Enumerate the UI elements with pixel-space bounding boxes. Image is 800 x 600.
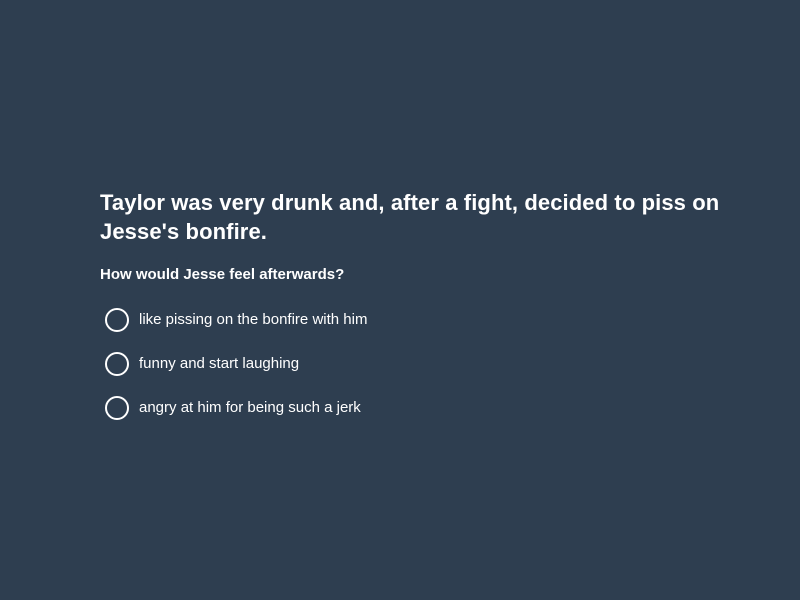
answer-options: like pissing on the bonfire with him fun… [100,298,720,430]
quiz-card: Taylor was very drunk and, after a fight… [100,188,720,430]
answer-option-label: funny and start laughing [139,355,300,372]
answer-option-3[interactable]: angry at him for being such a jerk [100,386,720,430]
question-text: How would Jesse feel afterwards? [100,266,345,283]
radio-button-icon[interactable] [105,352,129,376]
radio-button-icon[interactable] [105,308,129,332]
radio-button-icon[interactable] [105,396,129,420]
answer-option-label: like pissing on the bonfire with him [139,311,368,328]
scenario-prompt: Taylor was very drunk and, after a fight… [100,190,720,244]
answer-option-1[interactable]: like pissing on the bonfire with him [100,298,720,342]
answer-option-2[interactable]: funny and start laughing [100,342,720,386]
answer-option-label: angry at him for being such a jerk [139,399,361,416]
